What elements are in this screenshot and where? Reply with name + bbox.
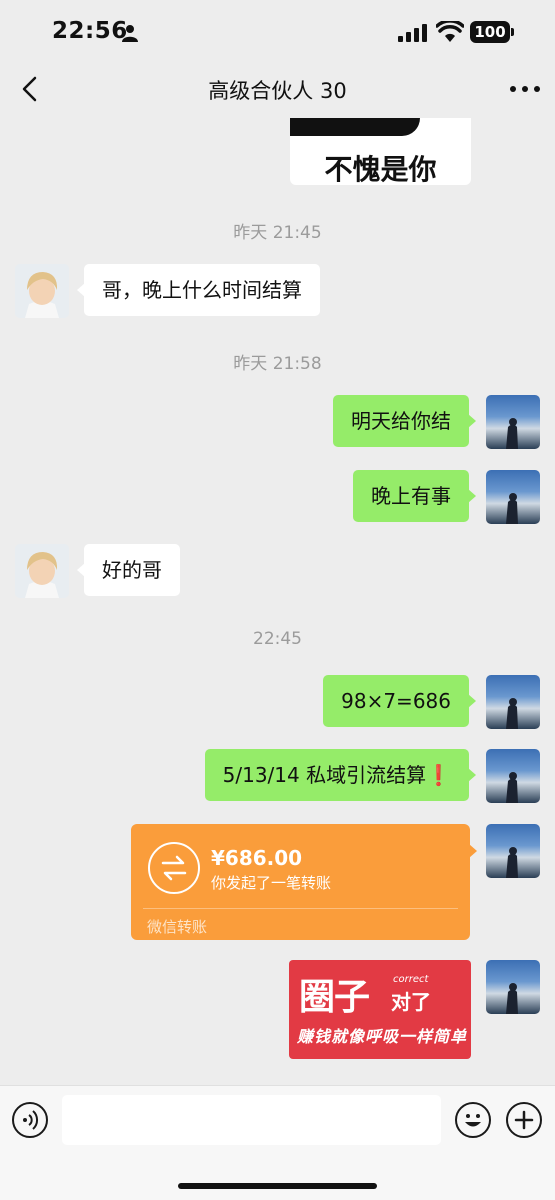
emoji-icon[interactable] [455, 1102, 491, 1138]
sticker-subtitle: 对了 [391, 990, 431, 1014]
battery-cap [511, 28, 514, 36]
plus-icon[interactable] [506, 1102, 542, 1138]
my-avatar-image [506, 418, 518, 449]
contact-avatar[interactable] [15, 544, 69, 598]
my-avatar[interactable] [486, 960, 540, 1014]
home-indicator[interactable] [178, 1183, 377, 1189]
transfer-divider [143, 908, 458, 909]
sticker-caption: correct [393, 974, 429, 985]
chat-area[interactable]: 不愧是你 昨天 21:45 哥，晚上什么时间结算 昨天 21:58 明天给你结 … [0, 118, 555, 1085]
person-icon [122, 25, 138, 42]
transfer-icon [148, 842, 200, 894]
timestamp: 22:45 [253, 629, 302, 649]
message-bubble-sent[interactable]: 晚上有事 [353, 470, 476, 522]
my-avatar-image [506, 983, 518, 1014]
input-bar [0, 1085, 555, 1200]
sticker-image [290, 118, 420, 136]
transfer-card[interactable]: ¥686.00 你发起了一笔转账 微信转账 [131, 824, 477, 940]
sticker-message[interactable]: 不愧是你 [290, 118, 471, 185]
signal-icon [398, 24, 427, 42]
battery-icon: 100 [470, 21, 516, 43]
my-avatar[interactable] [486, 395, 540, 449]
battery-level: 100 [470, 21, 510, 43]
transfer-amount: ¥686.00 [211, 846, 303, 870]
sticker-message[interactable]: 圈子 correct 对了 赚钱就像呼吸一样简单 [289, 960, 471, 1059]
contact-avatar-image [15, 264, 69, 318]
status-time: 22:56 [52, 18, 128, 44]
contact-avatar[interactable] [15, 264, 69, 318]
my-avatar[interactable] [486, 675, 540, 729]
message-bubble-sent[interactable]: 5/13/14 私域引流结算❗ [204, 749, 477, 801]
timestamp: 昨天 21:58 [233, 354, 322, 374]
message-bubble-received[interactable]: 好的哥 [77, 544, 180, 596]
chat-title: 高级合伙人 30 [208, 79, 347, 103]
more-icon[interactable] [508, 80, 542, 98]
my-avatar-image [506, 698, 518, 729]
sticker-text: 不愧是你 [324, 153, 437, 185]
message-bubble-sent[interactable]: 明天给你结 [333, 395, 476, 447]
nav-bar: 高级合伙人 30 [0, 60, 555, 118]
transfer-description: 你发起了一笔转账 [211, 874, 332, 892]
sticker-title: 圈子 [299, 977, 370, 1018]
my-avatar-image [506, 847, 518, 878]
message-bubble-sent[interactable]: 98×7=686 [323, 675, 476, 727]
message-input[interactable] [62, 1095, 441, 1145]
message-bubble-received[interactable]: 哥，晚上什么时间结算 [77, 264, 320, 316]
status-bar: 22:56 100 [0, 0, 555, 60]
my-avatar[interactable] [486, 470, 540, 524]
timestamp: 昨天 21:45 [233, 223, 322, 243]
my-avatar-image [506, 493, 518, 524]
my-avatar[interactable] [486, 824, 540, 878]
voice-icon[interactable] [12, 1102, 48, 1138]
contact-avatar-image [15, 544, 69, 598]
my-avatar[interactable] [486, 749, 540, 803]
my-avatar-image [506, 772, 518, 803]
sticker-slogan: 赚钱就像呼吸一样简单 [297, 1027, 468, 1046]
wifi-icon [436, 21, 464, 42]
transfer-label: 微信转账 [147, 918, 208, 936]
